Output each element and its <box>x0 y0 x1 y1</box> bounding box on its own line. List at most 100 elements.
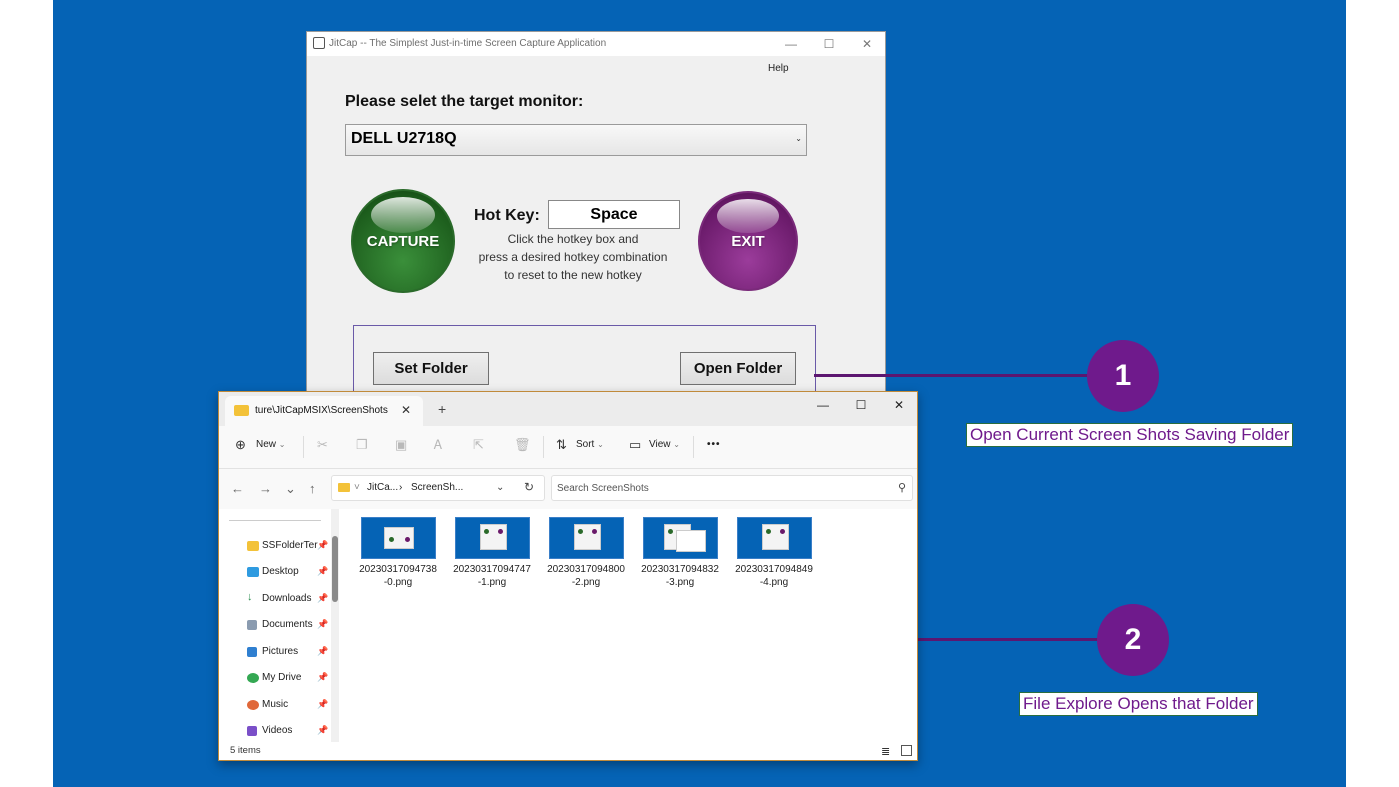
set-folder-button[interactable]: Set Folder <box>373 352 489 385</box>
details-view-icon[interactable]: ≣ <box>881 745 890 758</box>
thumbnail-dot <box>484 529 489 534</box>
pin-icon: 📌 <box>317 619 329 629</box>
capture-button[interactable]: CAPTURE <box>351 189 455 293</box>
minimize-button[interactable]: — <box>808 396 838 414</box>
pin-icon: 📌 <box>317 593 329 603</box>
share-icon[interactable]: ⇱ <box>473 437 484 453</box>
new-button[interactable]: New ⌄ <box>256 439 286 450</box>
tiles-view-icon[interactable] <box>901 745 912 756</box>
file-name-line: -0.png <box>383 577 413 588</box>
sidebar-item-label: Music <box>262 699 289 710</box>
sidebar-item-pictures[interactable]: Pictures 📌 <box>245 643 341 663</box>
file-name: 20230317094747 -1.png <box>451 563 533 589</box>
breadcrumb-item[interactable]: JitCa... <box>367 482 398 493</box>
sidebar-item-desktop[interactable]: Desktop 📌 <box>245 563 341 583</box>
hotkey-input[interactable]: Space <box>548 200 680 229</box>
new-tab-button[interactable]: + <box>438 401 446 417</box>
sidebar-item-downloads[interactable]: ↓ Downloads 📌 <box>245 590 341 610</box>
close-button[interactable]: ✕ <box>854 35 880 53</box>
thumbnail-window <box>480 524 507 550</box>
view-label: View <box>649 439 671 450</box>
explorer-window: ture\JitCapMSIX\ScreenShots ✕ + — ☐ ✕ ⊕ … <box>218 391 918 761</box>
thumbnail-window <box>384 527 414 549</box>
back-arrow-icon[interactable]: ← <box>231 481 244 496</box>
thumbnail-dot <box>668 529 673 534</box>
cut-icon[interactable]: ✂ <box>317 437 328 453</box>
exit-button[interactable]: EXIT <box>698 191 798 291</box>
explorer-tab[interactable]: ture\JitCapMSIX\ScreenShots ✕ <box>225 396 423 426</box>
pin-icon: 📌 <box>317 725 329 735</box>
monitor-select-value: DELL U2718Q <box>351 130 457 147</box>
folder-icon <box>338 483 350 492</box>
refresh-icon[interactable]: ↻ <box>524 480 534 494</box>
sidebar-scrollbar-thumb[interactable] <box>332 536 338 602</box>
close-button[interactable]: ✕ <box>884 396 914 414</box>
minimize-button[interactable]: — <box>778 35 804 53</box>
paste-icon[interactable]: ▣ <box>395 437 407 453</box>
thumbnail-explorer <box>676 530 706 552</box>
delete-icon[interactable]: 🗑 <box>514 437 531 453</box>
recent-locations-icon[interactable]: ⌄ <box>285 481 296 497</box>
image-thumbnail <box>549 517 624 559</box>
connector-line-1 <box>814 374 1090 377</box>
search-input[interactable]: Search ScreenShots ⚲ <box>551 475 913 501</box>
tab-close-icon[interactable]: ✕ <box>401 403 411 417</box>
address-bar: ← → ⌄ ↑ ˅ JitCa... › ScreenSh... ⌄ ↻ Sea… <box>219 469 917 510</box>
thumbnail-dot <box>498 529 503 534</box>
chevron-down-icon[interactable]: ⌄ <box>496 482 504 493</box>
thumbnail-dot <box>780 529 785 534</box>
sidebar-item-documents[interactable]: Documents 📌 <box>245 616 341 636</box>
sidebar-item-ssfolder[interactable]: SSFolderTer 📌 <box>245 537 341 557</box>
exit-label: EXIT <box>731 232 765 250</box>
image-thumbnail <box>455 517 530 559</box>
maximize-button[interactable]: ☐ <box>816 35 842 53</box>
copy-icon[interactable]: ❐ <box>356 437 368 453</box>
sidebar-item-label: Documents <box>262 619 313 630</box>
thumbnail-dot <box>766 529 771 534</box>
file-name: 20230317094832 -3.png <box>639 563 721 589</box>
sort-button[interactable]: Sort ⌄ <box>576 439 604 450</box>
file-name-line: 20230317094747 <box>453 564 531 575</box>
sidebar-item-label: My Drive <box>262 672 302 683</box>
sort-label: Sort <box>576 439 595 450</box>
pin-icon: 📌 <box>317 566 329 576</box>
maximize-button[interactable]: ☐ <box>846 396 876 414</box>
thumbnail-window <box>574 524 601 550</box>
file-name: 20230317094849 -4.png <box>733 563 815 589</box>
chevron-down-icon: ⌄ <box>795 134 802 143</box>
thumbnail-dot <box>405 537 410 542</box>
new-label: New <box>256 439 277 450</box>
file-name-line: 20230317094832 <box>641 564 719 575</box>
monitor-select[interactable]: DELL U2718Q ⌄ <box>345 124 807 156</box>
open-folder-button[interactable]: Open Folder <box>680 352 796 385</box>
navigation-pane: SSFolderTer 📌 Desktop 📌 ↓ Downloads 📌 Do… <box>219 509 343 742</box>
toolbar-divider <box>693 436 694 458</box>
forward-arrow-icon[interactable]: → <box>259 481 272 496</box>
sidebar-item-videos[interactable]: Videos 📌 <box>245 722 341 742</box>
hotkey-label: Hot Key: <box>474 207 540 224</box>
pin-icon: 📌 <box>317 646 329 656</box>
file-name-line: 20230317094849 <box>735 564 813 575</box>
callout-number-2: 2 <box>1097 604 1169 676</box>
file-list: 20230317094738 -0.png 20230317094747 -1.pn… <box>343 509 917 742</box>
more-options-button[interactable]: ••• <box>707 439 721 450</box>
help-menu[interactable]: Help <box>768 63 789 74</box>
sidebar-item-music[interactable]: Music 📌 <box>245 696 341 716</box>
sidebar-item-label: SSFolderTer <box>262 540 318 551</box>
up-arrow-icon[interactable]: ↑ <box>309 481 316 496</box>
videos-icon <box>247 726 257 736</box>
sidebar-item-my-drive[interactable]: My Drive 📌 <box>245 669 341 689</box>
thumbnail-window <box>762 524 789 550</box>
sidebar-item-label: Downloads <box>262 593 312 604</box>
image-thumbnail <box>737 517 812 559</box>
pin-icon: 📌 <box>317 540 329 550</box>
breadcrumb[interactable]: ˅ JitCa... › ScreenSh... ⌄ ↻ <box>331 475 545 501</box>
breadcrumb-item[interactable]: ScreenSh... <box>411 482 463 493</box>
folder-icon <box>234 405 249 416</box>
view-button[interactable]: View ⌄ <box>649 439 680 450</box>
pin-icon: 📌 <box>317 699 329 709</box>
thumbnail-dot <box>578 529 583 534</box>
hotkey-help-line: Click the hotkey box and <box>507 232 639 246</box>
rename-icon[interactable]: Ꭺ <box>434 437 443 453</box>
file-name-line: -2.png <box>571 577 601 588</box>
